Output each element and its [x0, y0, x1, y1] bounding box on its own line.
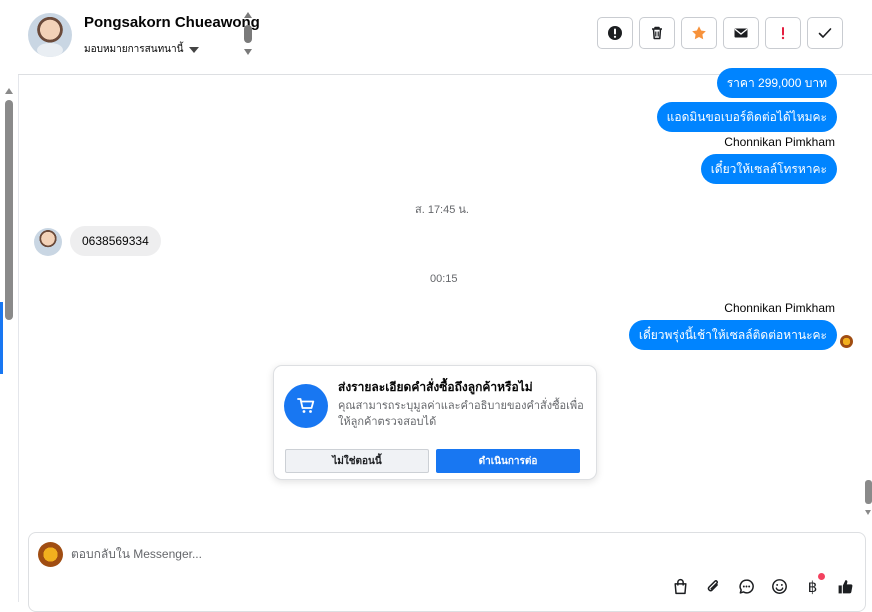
check-icon — [818, 28, 832, 38]
active-indicator — [0, 302, 3, 374]
scroll-up-arrow-icon[interactable] — [244, 12, 252, 18]
thumbs-up-icon — [838, 580, 853, 594]
contact-avatar-small — [34, 228, 62, 256]
chat-bubble-icon — [739, 579, 754, 594]
continue-button[interactable]: ดำเนินการต่อ — [436, 449, 580, 473]
message-outgoing[interactable]: ราคา 299,000 บาท — [716, 68, 837, 98]
cart-icon — [297, 398, 315, 413]
chat-scrollbar[interactable] — [4, 88, 14, 518]
reply-input[interactable] — [71, 544, 671, 564]
emoji-icon — [772, 579, 787, 594]
delete-button[interactable] — [639, 17, 675, 49]
message-outgoing[interactable]: แอดมินขอเบอร์ติดต่อได้ไหมคะ — [656, 102, 837, 132]
order-card-description: คุณสามารถระบุมูลค่าและคำอธิบายของคำสั่งซ… — [338, 400, 584, 428]
page-avatar — [38, 542, 63, 567]
scroll-up-arrow-icon[interactable] — [5, 88, 13, 94]
paperclip-icon — [707, 580, 718, 592]
message-outgoing[interactable]: เดี๋ยวพรุ่งนี้เช้าให้เซลล์ติดต่อหานะคะ — [628, 320, 837, 350]
trash-icon — [652, 26, 662, 40]
seen-avatar — [840, 335, 853, 348]
message-incoming[interactable]: 0638569334 — [70, 226, 161, 256]
assign-label: มอบหมายการสนทนานี้ — [84, 44, 184, 55]
exclamation-icon — [781, 27, 785, 40]
order-details-card: ส่งรายละเอียดคำสั่งซื้อถึงลูกค้าหรือไม่ … — [273, 365, 597, 480]
cart-icon-badge — [284, 384, 328, 428]
scroll-down-arrow-icon[interactable] — [244, 49, 252, 55]
order-card-title: ส่งรายละเอียดคำสั่งซื้อถึงลูกค้าหรือไม่ — [338, 380, 533, 394]
bag-icon — [674, 578, 687, 595]
conversation-header: Pongsakorn Chueawong มอบหมายการสนทนานี้ — [18, 0, 872, 75]
mark-done-button[interactable] — [807, 17, 843, 49]
emoji-button[interactable] — [770, 577, 789, 596]
report-button[interactable] — [597, 17, 633, 49]
like-button[interactable] — [836, 577, 855, 596]
caret-down-icon — [189, 46, 200, 53]
sender-name: Chonnikan Pimkham — [724, 135, 835, 149]
composer-tools: ฿ — [671, 573, 855, 596]
baht-icon: ฿ — [807, 577, 818, 596]
mark-important-button[interactable] — [765, 17, 801, 49]
star-icon — [692, 26, 706, 40]
scroll-thumb[interactable] — [244, 25, 252, 43]
saved-replies-button[interactable] — [737, 577, 756, 596]
contact-name[interactable]: Pongsakorn Chueawong — [84, 14, 260, 31]
assign-conversation-dropdown[interactable]: มอบหมายการสนทนานี้ — [84, 42, 200, 57]
contact-avatar[interactable] — [28, 13, 72, 57]
page-scrollbar[interactable] — [865, 480, 872, 520]
message-timestamp: ส. 17:45 น. — [415, 204, 469, 216]
sender-name: Chonnikan Pimkham — [724, 301, 835, 315]
header-scrollbar[interactable] — [244, 12, 252, 58]
scroll-down-arrow-icon[interactable] — [865, 510, 871, 515]
notification-dot — [818, 573, 825, 580]
scroll-thumb[interactable] — [5, 100, 13, 320]
star-button[interactable] — [681, 17, 717, 49]
message-timestamp: 00:15 — [430, 273, 458, 285]
report-icon — [608, 26, 622, 40]
mark-unread-button[interactable] — [723, 17, 759, 49]
scroll-thumb[interactable] — [865, 480, 872, 504]
attach-button[interactable] — [704, 577, 723, 596]
reply-composer: ฿ — [28, 532, 866, 612]
message-outgoing[interactable]: เดี๋ยวให้เซลล์โทรหาคะ — [700, 154, 837, 184]
payment-button[interactable]: ฿ — [803, 573, 825, 596]
header-actions — [597, 17, 843, 49]
shop-button[interactable] — [671, 577, 690, 596]
envelope-icon — [734, 28, 748, 38]
not-now-button[interactable]: ไม่ใช่ตอนนี้ — [285, 449, 429, 473]
